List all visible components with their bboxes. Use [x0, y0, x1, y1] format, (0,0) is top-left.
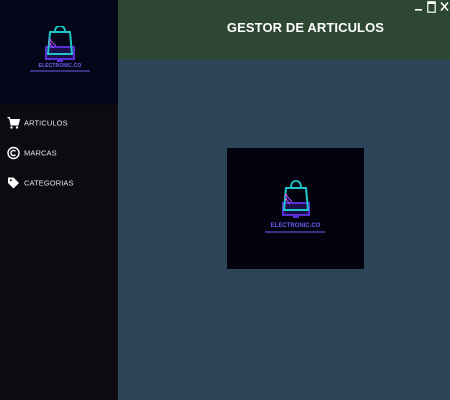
center-brand-logo: ELECTRONIC.CO: [227, 148, 364, 269]
page-title: GESTOR DE ARTICULOS: [226, 20, 385, 35]
header-bar: GESTOR DE ARTICULOS: [118, 0, 450, 60]
shopping-bag-monitor-icon: [45, 26, 75, 62]
minimize-icon: [415, 9, 422, 11]
sidebar-logo-area: ELECTRONIC.CO: [0, 0, 118, 105]
main-content: ELECTRONIC.CO: [118, 60, 450, 400]
sidebar-item-marcas[interactable]: MARCAS: [0, 138, 118, 168]
maximize-button[interactable]: [426, 0, 437, 13]
minimize-button[interactable]: [413, 0, 424, 13]
sidebar-item-categorias[interactable]: CATEGORIAS: [0, 168, 118, 198]
tag-icon: [7, 177, 20, 190]
app-window: ELECTRONIC.CO ARTICULOS MARCAS CATEGORIA…: [0, 0, 450, 400]
copyright-icon: [7, 146, 20, 160]
sidebar: ELECTRONIC.CO ARTICULOS MARCAS CATEGORIA…: [0, 0, 118, 400]
window-controls: [413, 0, 450, 14]
shopping-bag-monitor-icon: [282, 180, 310, 218]
cart-icon: [7, 117, 20, 130]
sidebar-item-articulos[interactable]: ARTICULOS: [0, 108, 118, 138]
maximize-icon: [427, 0, 436, 13]
center-brand-tagline: [265, 231, 325, 233]
sidebar-item-label: ARTICULOS: [24, 118, 68, 128]
sidebar-item-label: CATEGORIAS: [24, 178, 74, 188]
close-button[interactable]: [439, 0, 450, 13]
close-icon: [440, 1, 449, 12]
brand-tagline: [30, 70, 90, 72]
sidebar-item-label: MARCAS: [24, 148, 57, 158]
brand-name: ELECTRONIC.CO: [38, 63, 82, 69]
sidebar-menu: ARTICULOS MARCAS CATEGORIAS: [0, 108, 118, 198]
center-brand-name: ELECTRONIC.CO: [270, 223, 321, 229]
